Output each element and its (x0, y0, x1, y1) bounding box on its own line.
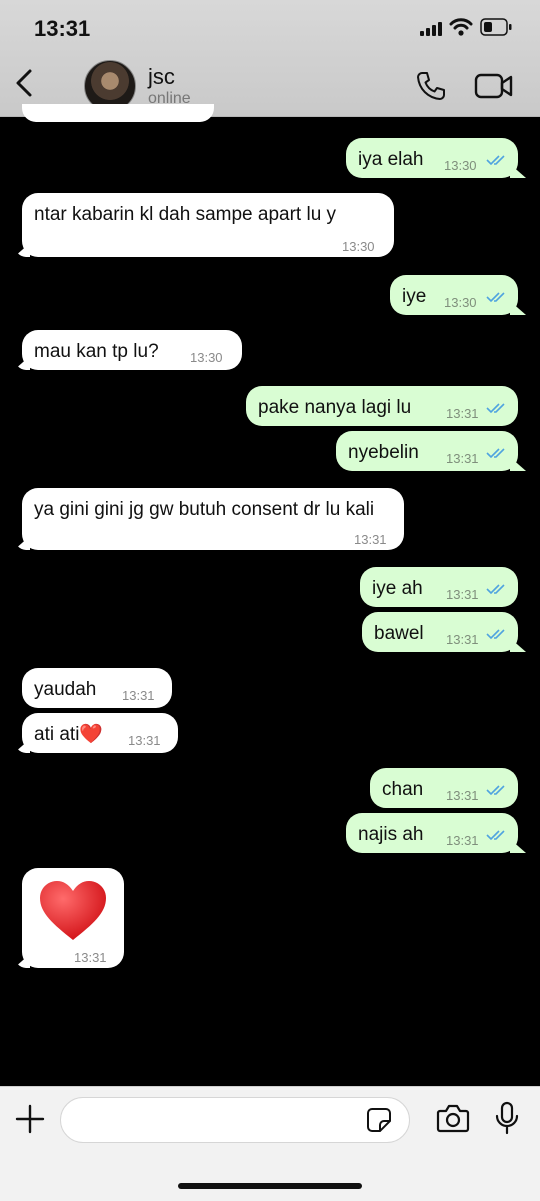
message-time: 13:31 (446, 451, 479, 466)
message-bubble-outgoing[interactable]: nyebelin 13:31 (336, 431, 518, 471)
message-text: iya elah (358, 149, 424, 170)
chevron-left-icon[interactable] (12, 68, 36, 98)
message-bubble-outgoing[interactable]: iye 13:30 (390, 275, 518, 315)
message-bubble-outgoing[interactable]: chan 13:31 (370, 768, 518, 808)
message-text: bawel (374, 623, 424, 644)
message-bubble-outgoing[interactable]: bawel 13:31 (362, 612, 518, 652)
cellular-signal-icon (420, 22, 446, 36)
video-camera-icon[interactable] (474, 72, 514, 100)
message-input[interactable] (60, 1097, 410, 1143)
double-check-icon (486, 830, 505, 841)
message-bubble-incoming[interactable]: 13:31 (22, 868, 124, 968)
heart-icon (40, 881, 106, 940)
plus-icon[interactable] (14, 1103, 46, 1135)
message-text: nyebelin (348, 442, 419, 463)
contact-name[interactable]: jsc (148, 64, 175, 90)
message-text: najis ah (358, 824, 424, 845)
message-time: 13:31 (354, 532, 387, 547)
chat-header: 13:31 jsc online (0, 0, 540, 117)
message-bubble-incoming[interactable]: mau kan tp lu? 13:30 (22, 330, 242, 370)
phone-icon[interactable] (415, 70, 447, 102)
message-time: 13:30 (444, 295, 477, 310)
message-bubble-incoming[interactable]: ati ati❤️ 13:31 (22, 713, 178, 753)
message-text: chan (382, 779, 424, 800)
message-time: 13:31 (446, 788, 479, 803)
message-time: 13:31 (122, 688, 155, 703)
message-bubble-incoming[interactable]: yaudah 13:31 (22, 668, 172, 708)
message-bubble-outgoing[interactable]: iya elah 13:30 (346, 138, 518, 178)
message-bubble-incoming[interactable]: ya gini gini jg gw butuh consent dr lu k… (22, 488, 404, 550)
sticker-icon[interactable] (366, 1107, 392, 1133)
double-check-icon (486, 403, 505, 414)
double-check-icon (486, 292, 505, 303)
message-bubble-outgoing[interactable]: pake nanya lagi lu 13:31 (246, 386, 518, 426)
message-time: 13:31 (128, 733, 161, 748)
double-check-icon (486, 629, 505, 640)
message-bubble-outgoing[interactable]: iye ah 13:31 (360, 567, 518, 607)
message-time: 13:30 (190, 350, 223, 365)
message-text: iye ah (372, 578, 423, 599)
message-text: ntar kabarin kl dah sampe apart lu y (34, 204, 337, 225)
message-time: 13:30 (444, 158, 477, 173)
message-bubble-incoming[interactable]: ntar kabarin kl dah sampe apart lu y 13:… (22, 193, 394, 257)
composer-bar (0, 1086, 540, 1201)
message-text: iye (402, 286, 427, 307)
message-text: ati ati❤️ (34, 724, 104, 745)
double-check-icon (486, 448, 505, 459)
message-text: ya gini gini jg gw butuh consent dr lu k… (34, 499, 375, 520)
message-text: yaudah (34, 679, 97, 700)
message-time: 13:30 (342, 239, 375, 254)
message-time: 13:31 (446, 406, 479, 421)
double-check-icon (486, 155, 505, 166)
wifi-icon (449, 18, 473, 36)
message-time: 13:31 (446, 833, 479, 848)
double-check-icon (486, 584, 505, 595)
double-check-icon (486, 785, 505, 796)
status-time: 13:31 (34, 16, 91, 41)
microphone-icon[interactable] (494, 1101, 520, 1135)
camera-icon[interactable] (436, 1103, 470, 1133)
message-bubble-outgoing[interactable]: najis ah 13:31 (346, 813, 518, 853)
message-time: 13:31 (446, 587, 479, 602)
battery-icon (480, 18, 512, 36)
message-text: pake nanya lagi lu (258, 397, 412, 418)
message-text: mau kan tp lu? (34, 341, 159, 362)
message-bubble-incoming[interactable] (22, 104, 214, 122)
home-indicator (178, 1183, 362, 1189)
message-time: 13:31 (446, 632, 479, 647)
message-time: 13:31 (74, 950, 107, 965)
